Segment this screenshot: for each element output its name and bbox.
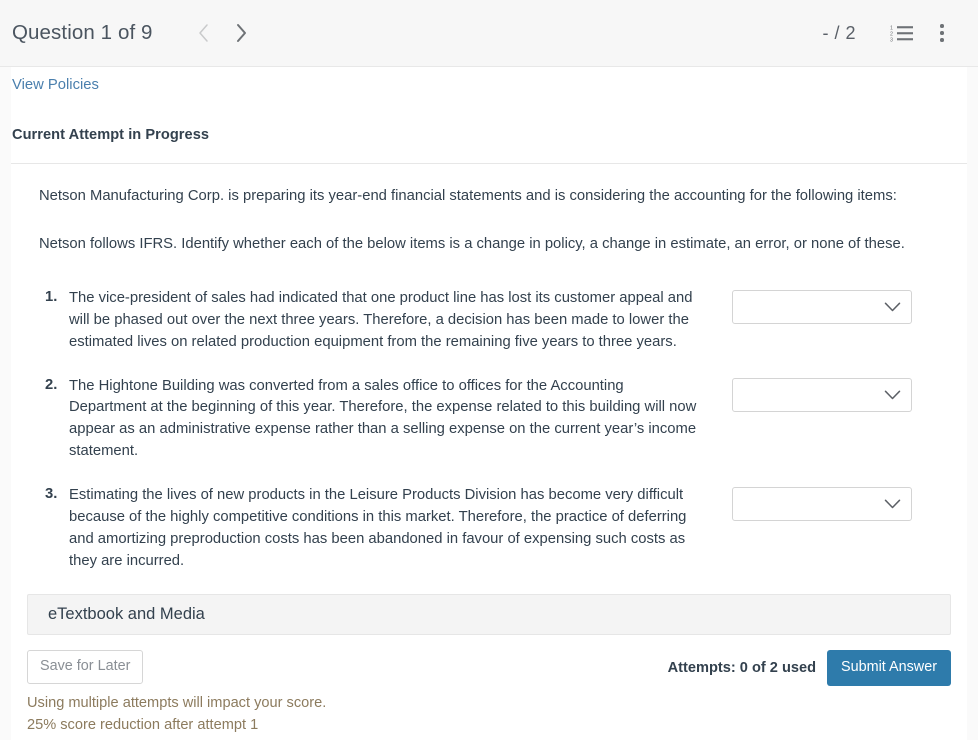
next-question-button[interactable] <box>223 14 261 52</box>
list-item: 2. The Hightone Building was converted f… <box>27 375 951 464</box>
intro-paragraph-1: Netson Manufacturing Corp. is preparing … <box>39 188 897 204</box>
item-answer-wrapper <box>732 375 912 412</box>
list-item: 3. Estimating the lives of new products … <box>27 484 951 573</box>
score-display: - / 2 <box>822 22 856 43</box>
etextbook-and-media-toggle[interactable]: eTextbook and Media <box>27 593 951 635</box>
attempt-warning: Using multiple attempts will impact your… <box>27 692 951 736</box>
numbered-list-icon: 1 2 3 <box>890 26 913 44</box>
save-for-later-button[interactable]: Save for Later <box>27 649 144 684</box>
question-body: Netson Manufacturing Corp. is preparing … <box>11 186 967 573</box>
question-footer: Save for Later Attempts: 0 of 2 used Sub… <box>27 649 951 686</box>
view-policies-link[interactable]: View Policies <box>12 77 99 93</box>
etextbook-and-media-label: eTextbook and Media <box>48 604 205 623</box>
answer-dropdown-1[interactable] <box>732 289 912 324</box>
item-number: 3. <box>45 486 58 503</box>
chevron-down-icon <box>884 390 901 399</box>
chevron-down-icon <box>884 499 901 509</box>
kebab-menu-icon <box>940 24 944 42</box>
question-list-button[interactable]: 1 2 3 <box>882 13 922 53</box>
current-attempt-heading: Current Attempt in Progress <box>12 127 210 143</box>
item-number: 1. <box>45 288 58 305</box>
question-header-bar: Question 1 of 9 - / 2 1 2 3 <box>0 0 978 67</box>
item-answer-wrapper <box>732 287 912 324</box>
attempts-counter: Attempts: 0 of 2 used <box>667 659 817 676</box>
chevron-down-icon <box>884 302 901 312</box>
submit-answer-button[interactable]: Submit Answer <box>827 649 951 686</box>
answer-dropdown-3[interactable] <box>732 487 912 522</box>
header-right-controls: - / 2 1 2 3 <box>822 13 962 53</box>
question-navigation <box>185 14 261 52</box>
footer-submit-group: Attempts: 0 of 2 used Submit Answer <box>667 649 951 686</box>
item-text: The vice-president of sales had indicate… <box>69 289 693 350</box>
question-page: View Policies Current Attempt in Progres… <box>0 67 978 740</box>
intro-paragraph-2: Netson follows IFRS. Identify whether ea… <box>39 236 905 253</box>
svg-text:3: 3 <box>890 38 893 44</box>
question-content: View Policies Current Attempt in Progres… <box>11 67 967 740</box>
previous-question-button[interactable] <box>185 14 223 52</box>
answer-dropdown-2[interactable] <box>732 377 912 412</box>
question-items-list: 1. The vice-president of sales had indic… <box>27 287 951 573</box>
attempt-warning-line-1: Using multiple attempts will impact your… <box>27 694 327 711</box>
item-number: 2. <box>45 376 58 393</box>
page-title: Question 1 of 9 <box>12 21 153 44</box>
left-gutter <box>0 67 11 740</box>
more-options-button[interactable] <box>922 13 962 53</box>
right-gutter <box>967 67 978 740</box>
list-item: 1. The vice-president of sales had indic… <box>27 287 951 354</box>
attempt-warning-line-2: 25% score reduction after attempt 1 <box>27 716 259 733</box>
chevron-right-icon <box>237 24 247 42</box>
item-answer-wrapper <box>732 484 912 522</box>
item-text: The Hightone Building was converted from… <box>69 377 697 460</box>
content-divider <box>11 163 967 164</box>
chevron-left-icon <box>199 24 208 42</box>
item-text: Estimating the lives of new products in … <box>69 487 687 569</box>
